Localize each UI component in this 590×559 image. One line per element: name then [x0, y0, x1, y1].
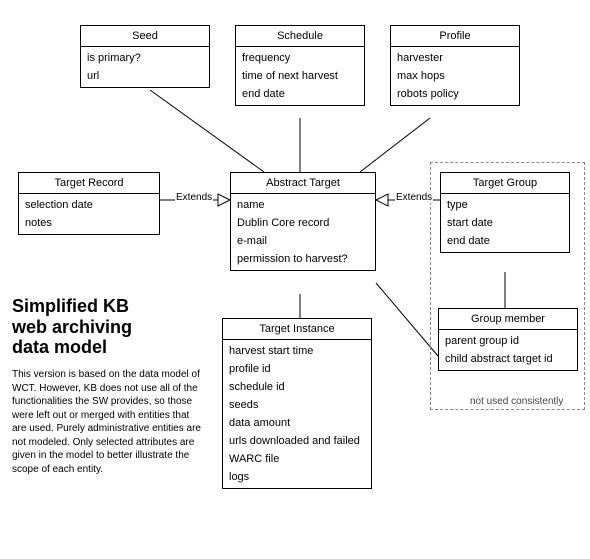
entity-attribute: Dublin Core record: [237, 214, 369, 232]
entity-attribute: e-mail: [237, 232, 369, 250]
entity-attribute: time of next harvest: [242, 67, 358, 85]
entity-seed: Seed is primary? url: [80, 25, 210, 88]
diagram-description: This version is based on the data model …: [12, 368, 202, 476]
entity-attribute: selection date: [25, 196, 153, 214]
entity-attribute: child abstract target id: [445, 350, 571, 368]
entity-attribute: seeds: [229, 396, 365, 414]
entity-attribute: frequency: [242, 49, 358, 67]
diagram-title: Simplified KB web archiving data model: [12, 296, 202, 358]
entity-title: Target Record: [19, 173, 159, 194]
edge-label-extends-right: Extends: [395, 192, 433, 203]
entity-title: Target Group: [441, 173, 569, 194]
entity-target-record: Target Record selection date notes: [18, 172, 160, 235]
entity-attribute: data amount: [229, 414, 365, 432]
entity-group-member: Group member parent group id child abstr…: [438, 308, 578, 371]
entity-attribute: end date: [242, 85, 358, 103]
entity-attribute: max hops: [397, 67, 513, 85]
entity-attribute: type: [447, 196, 563, 214]
entity-attribute: WARC file: [229, 450, 365, 468]
entity-attribute: profile id: [229, 360, 365, 378]
entity-title: Abstract Target: [231, 173, 375, 194]
entity-title: Profile: [391, 26, 519, 47]
entity-attribute: start date: [447, 214, 563, 232]
diagram-canvas: { "chart_data": { "type": "diagram", "ti…: [0, 0, 590, 559]
entity-attribute: harvester: [397, 49, 513, 67]
entity-title: Seed: [81, 26, 209, 47]
entity-abstract-target: Abstract Target name Dublin Core record …: [230, 172, 376, 271]
entity-attribute: harvest start time: [229, 342, 365, 360]
entity-attribute: schedule id: [229, 378, 365, 396]
group-caption: not used consistently: [470, 396, 563, 407]
entity-attribute: parent group id: [445, 332, 571, 350]
entity-title: Schedule: [236, 26, 364, 47]
entity-profile: Profile harvester max hops robots policy: [390, 25, 520, 106]
entity-attribute: robots policy: [397, 85, 513, 103]
entity-title: Group member: [439, 309, 577, 330]
entity-target-group: Target Group type start date end date: [440, 172, 570, 253]
entity-title: Target Instance: [223, 319, 371, 340]
description-block: Simplified KB web archiving data model T…: [12, 296, 202, 476]
entity-attribute: notes: [25, 214, 153, 232]
entity-attribute: end date: [447, 232, 563, 250]
entity-attribute: permission to harvest?: [237, 250, 369, 268]
entity-attribute: url: [87, 67, 203, 85]
entity-attribute: logs: [229, 468, 365, 486]
entity-attribute: is primary?: [87, 49, 203, 67]
entity-attribute: urls downloaded and failed: [229, 432, 365, 450]
entity-attribute: name: [237, 196, 369, 214]
entity-schedule: Schedule frequency time of next harvest …: [235, 25, 365, 106]
entity-target-instance: Target Instance harvest start time profi…: [222, 318, 372, 489]
edge-label-extends-left: Extends: [175, 192, 213, 203]
